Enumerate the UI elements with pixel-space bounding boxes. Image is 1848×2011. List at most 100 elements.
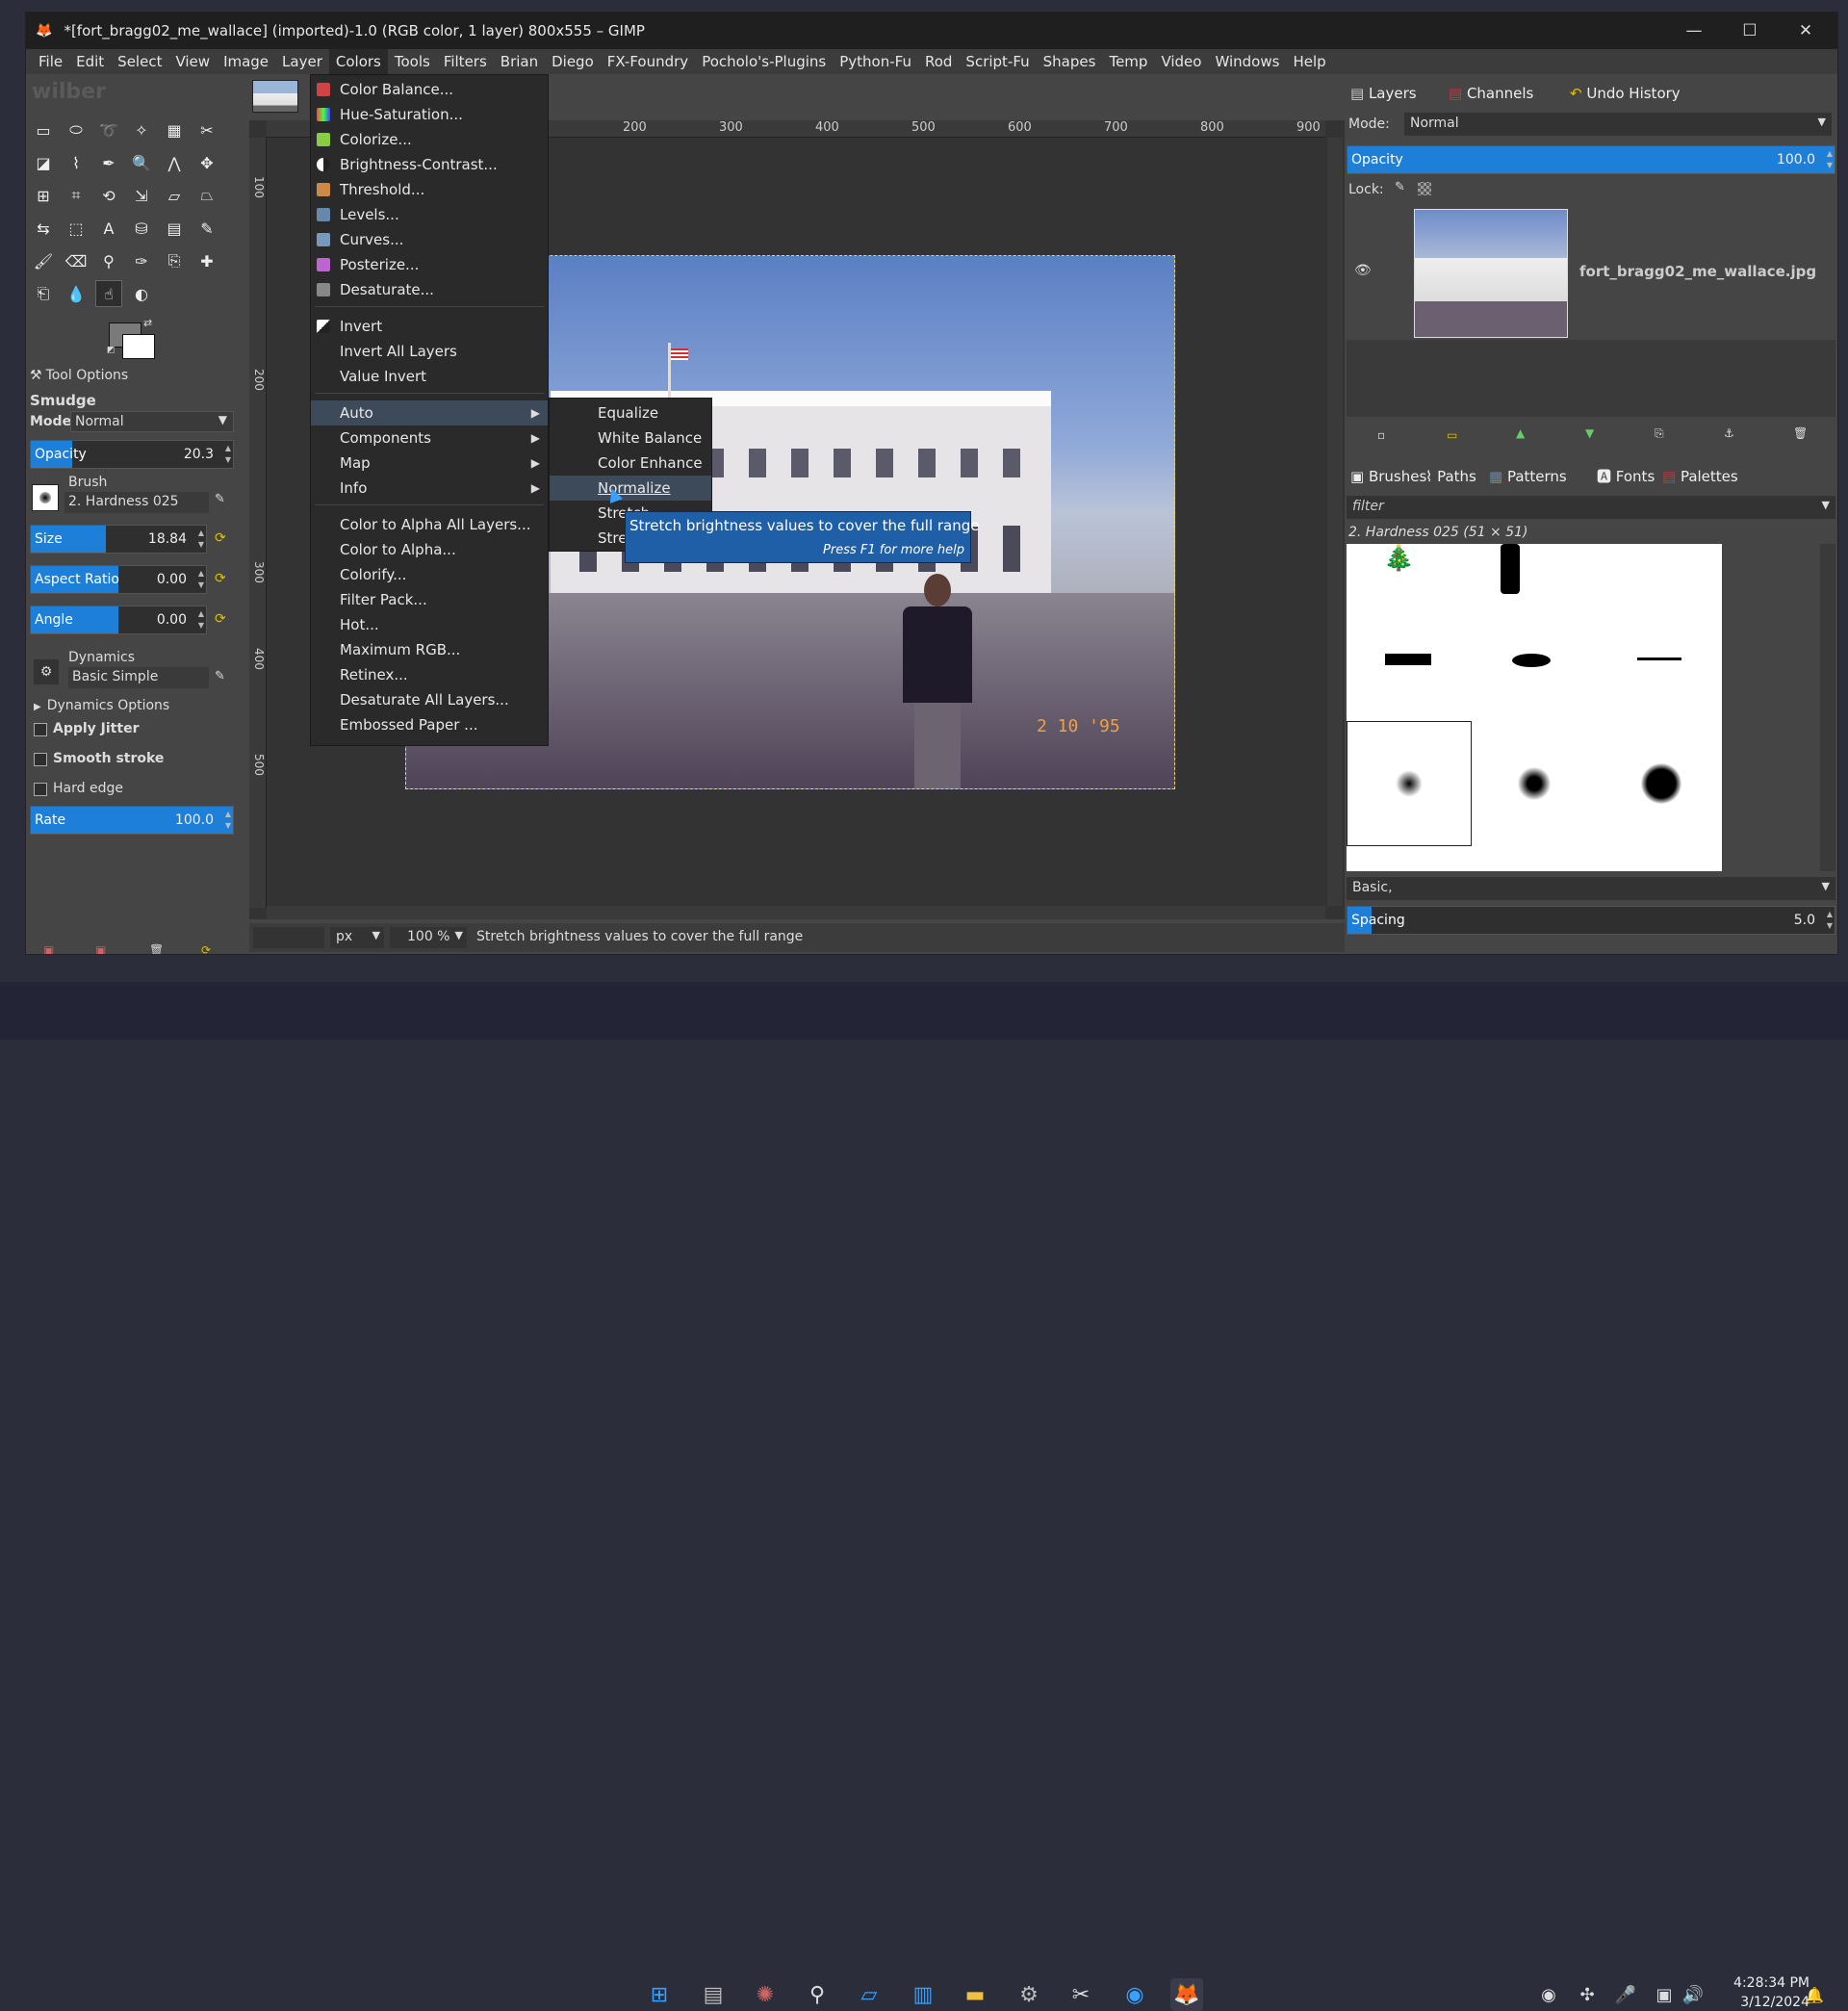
brush-tree[interactable]: 🎄	[1383, 544, 1414, 573]
tab-layers[interactable]: ▤ Layers	[1350, 80, 1417, 107]
menu-item-curves[interactable]: Curves...	[311, 227, 548, 252]
unit-dropdown[interactable]: px ▼	[330, 927, 384, 948]
menu-item-hue-saturation[interactable]: Hue-Saturation...	[311, 102, 548, 127]
align-icon[interactable]: ⊞	[30, 182, 57, 209]
menu-item-filter-pack[interactable]: Filter Pack...	[311, 587, 548, 612]
cage-icon[interactable]: ⬚	[63, 215, 90, 242]
maximize-button[interactable]: ☐	[1722, 13, 1778, 49]
menu-file[interactable]: File	[32, 49, 69, 74]
flip-icon[interactable]: ⇆	[30, 215, 57, 242]
menu-colors[interactable]: Colors	[328, 49, 388, 74]
menu-item-desaturate[interactable]: Desaturate...	[311, 277, 548, 302]
tab-paths[interactable]: ⌇ Paths	[1425, 463, 1476, 490]
brush-hardness-025[interactable]	[1347, 721, 1472, 846]
menu-pocholos-plugins[interactable]: Pocholo's-Plugins	[695, 49, 833, 74]
tab-patterns[interactable]: ▦ Patterns	[1489, 463, 1567, 490]
menu-item-components[interactable]: Components ▶	[311, 425, 548, 451]
shear-icon[interactable]: ▱	[161, 182, 188, 209]
text-icon[interactable]: A	[95, 215, 122, 242]
brush-hardness-050[interactable]	[1518, 767, 1551, 800]
spacing-slider[interactable]: Spacing 5.0 ▲ ▼	[1347, 906, 1835, 935]
eraser-icon[interactable]: ⌫	[63, 247, 90, 274]
foreground-select-icon[interactable]: ◪	[30, 149, 57, 176]
lock-alpha-icon[interactable]	[1418, 182, 1431, 195]
reset-aspect-icon[interactable]: ⟳	[215, 571, 226, 586]
delete-layer-icon[interactable]: 🗑	[1793, 426, 1808, 440]
windows-start-icon[interactable]: ⊞	[643, 1978, 676, 2011]
brush-figure[interactable]	[1501, 544, 1520, 594]
menu-item-equalize[interactable]: Equalize	[550, 400, 711, 425]
lasso-icon[interactable]: ➰	[95, 116, 122, 143]
tab-channels[interactable]: ▤ Channels	[1449, 80, 1533, 107]
menu-item-invert[interactable]: Invert	[311, 314, 548, 339]
bluetooth-icon[interactable]: ✣	[1571, 1978, 1604, 2011]
menu-item-colorify[interactable]: Colorify...	[311, 562, 548, 587]
menu-item-levels[interactable]: Levels...	[311, 202, 548, 227]
delete-options-icon[interactable]: 🗑	[149, 943, 164, 954]
dodge-burn-icon[interactable]: ◐	[128, 280, 155, 307]
tab-palettes[interactable]: ▤ Palettes	[1662, 463, 1738, 490]
menu-video[interactable]: Video	[1154, 49, 1208, 74]
reset-options-icon[interactable]: ⟳	[201, 943, 211, 954]
menu-item-color-to-alpha-all-layers[interactable]: Color to Alpha All Layers...	[311, 512, 548, 537]
crop-icon[interactable]: ⌗	[63, 182, 90, 209]
menu-item-auto[interactable]: Auto ▶	[311, 400, 548, 425]
menu-python-fu[interactable]: Python-Fu	[833, 49, 918, 74]
obs-app-icon[interactable]: ◉	[1118, 1978, 1151, 2011]
ink-icon[interactable]: ✑	[128, 247, 155, 274]
menu-edit[interactable]: Edit	[69, 49, 111, 74]
fuzzy-select-icon[interactable]: ✧	[128, 116, 155, 143]
notification-bell-icon[interactable]: 🔔	[1798, 1978, 1831, 2011]
search-icon[interactable]: ⚲	[801, 1978, 834, 2011]
paintbrush-icon[interactable]: 🖌	[30, 247, 57, 274]
save-options-icon[interactable]: ▣	[43, 943, 54, 954]
bucket-fill-icon[interactable]: ⛁	[128, 215, 155, 242]
tool-options-tab[interactable]: ⚒ Tool Options	[30, 363, 222, 388]
reset-size-icon[interactable]: ⟳	[215, 530, 226, 546]
scale-icon[interactable]: ⇲	[128, 182, 155, 209]
clone-icon[interactable]: ⎘	[161, 247, 188, 274]
background-color-swatch[interactable]	[122, 334, 155, 359]
menu-help[interactable]: Help	[1286, 49, 1332, 74]
layer-mode-dropdown[interactable]: Normal ▼	[1404, 113, 1832, 136]
angle-slider[interactable]: Angle 0.00 ▲ ▼	[30, 606, 207, 634]
tab-brushes[interactable]: ▣ Brushes	[1350, 463, 1426, 490]
menu-item-retinex[interactable]: Retinex...	[311, 662, 548, 687]
size-slider[interactable]: Size 18.84 ▲ ▼	[30, 525, 207, 554]
menu-filters[interactable]: Filters	[437, 49, 494, 74]
menu-item-maximum-rgb[interactable]: Maximum RGB...	[311, 637, 548, 662]
menu-item-brightness-contrast[interactable]: Brightness-Contrast...	[311, 152, 548, 177]
dynamics-options-expander[interactable]: ▶ Dynamics Options	[34, 698, 169, 713]
apply-jitter-checkbox[interactable]	[34, 723, 47, 736]
layer-name[interactable]: fort_bragg02_me_wallace.jpg	[1579, 263, 1816, 280]
blur-icon[interactable]: 💧	[63, 280, 90, 307]
smooth-stroke-checkbox[interactable]	[34, 753, 47, 766]
file-explorer-icon[interactable]: ▬	[959, 1978, 991, 2011]
anchor-layer-icon[interactable]: ⚓	[1724, 426, 1734, 440]
brush-hardness-075[interactable]	[1641, 763, 1681, 804]
brush-line-oval[interactable]	[1512, 654, 1551, 667]
obs-tray-icon[interactable]: ◉	[1532, 1978, 1565, 2011]
reset-angle-icon[interactable]: ⟳	[215, 611, 226, 627]
menu-view[interactable]: View	[168, 49, 217, 74]
measure-icon[interactable]: ⋀	[161, 149, 188, 176]
menu-item-desaturate-all-layers[interactable]: Desaturate All Layers...	[311, 687, 548, 712]
zoom-dropdown[interactable]: 100 % ▼	[390, 927, 467, 948]
menu-item-color-to-alpha[interactable]: Color to Alpha...	[311, 537, 548, 562]
brush-grid-scrollbar[interactable]	[1820, 544, 1835, 871]
menu-fx-foundry[interactable]: FX-Foundry	[601, 49, 695, 74]
move-icon[interactable]: ✥	[193, 149, 220, 176]
dynamics-name-field[interactable]: Basic Simple	[68, 667, 209, 688]
perspective-clone-icon[interactable]: ⎗	[30, 280, 57, 307]
paths-icon[interactable]: ⌇	[63, 149, 90, 176]
clock-date[interactable]: 3/12/2024	[1713, 1995, 1810, 2010]
lock-pixels-icon[interactable]: ✎	[1395, 180, 1405, 194]
mode-dropdown[interactable]: Normal ▼	[70, 411, 234, 432]
menu-image[interactable]: Image	[217, 49, 275, 74]
microphone-icon[interactable]: 🎤	[1609, 1978, 1642, 2011]
menu-item-colorize[interactable]: Colorize...	[311, 127, 548, 152]
lower-layer-icon[interactable]: ▼	[1585, 426, 1594, 440]
menu-item-invert-all-layers[interactable]: Invert All Layers	[311, 339, 548, 364]
brush-filter-input[interactable]: filter ▼	[1347, 496, 1835, 519]
restore-options-icon[interactable]: ▣	[95, 943, 106, 954]
